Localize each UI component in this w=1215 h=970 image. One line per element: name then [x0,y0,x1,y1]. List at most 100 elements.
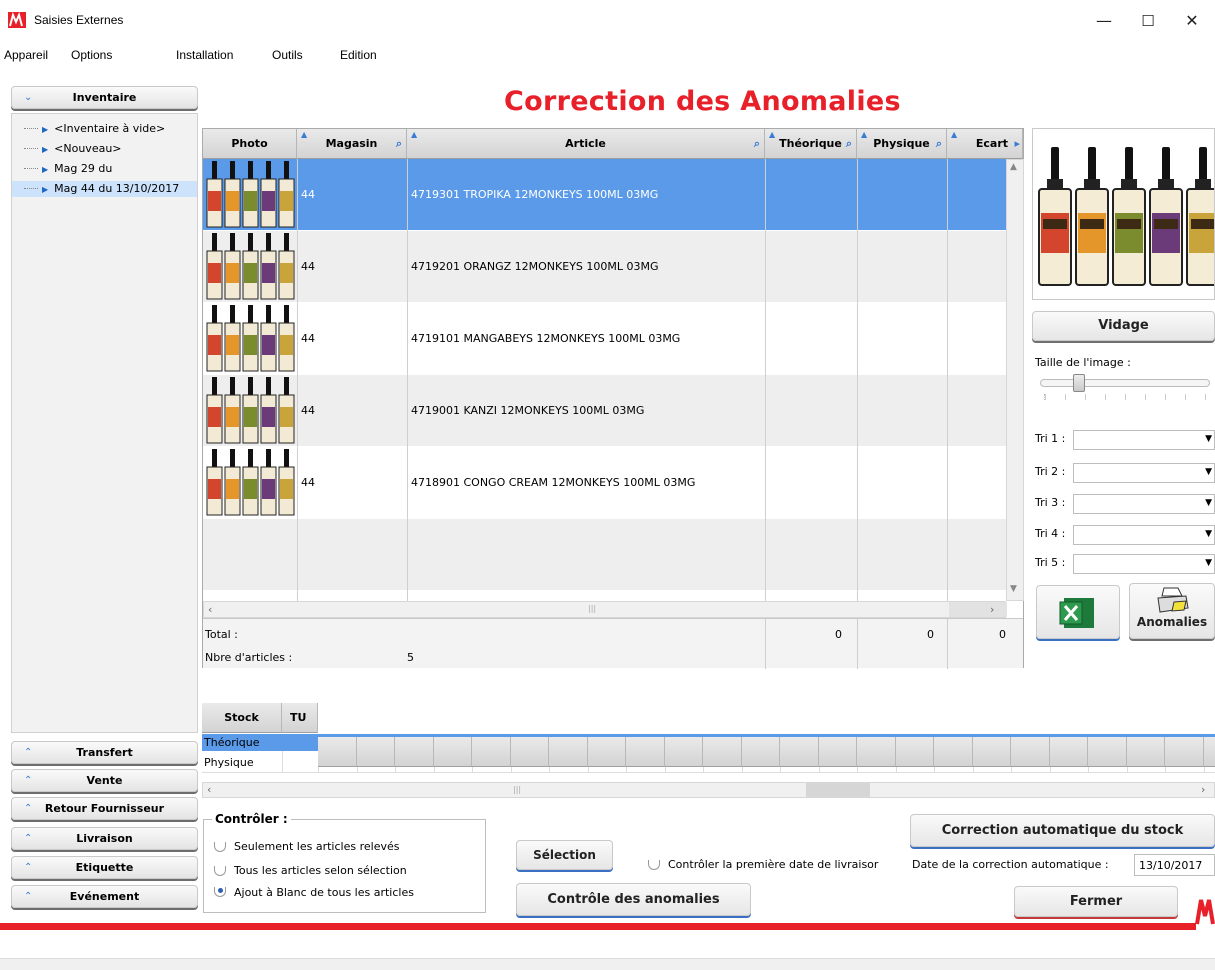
section-evenement-button[interactable]: ⌃ Evénement [11,885,198,908]
menu-options[interactable]: Options [71,48,112,62]
auto-correction-button[interactable]: Correction automatique du stock [910,814,1215,847]
close-window-button[interactable]: ✕ [1172,8,1212,34]
column-title: Magasin [325,137,378,150]
scroll-right-icon[interactable]: › [1201,783,1205,796]
tree-item-mag44[interactable]: ▶ Mag 44 du 13/10/2017 [12,181,197,197]
section-label: Etiquette [75,861,134,874]
section-label: Evénement [69,890,140,903]
scroll-thumb[interactable] [806,783,870,797]
slider-ticks [1044,394,1209,400]
column-divider [947,159,948,601]
image-size-slider[interactable] [1040,374,1210,392]
stock-row-theorique[interactable]: Théorique [202,734,1215,751]
chevron-down-icon: ▼ [1205,558,1212,568]
table-row[interactable]: 44 4718901 CONGO CREAM 12MONKEYS 100ML 03… [203,447,1007,519]
section-label: Livraison [76,832,133,845]
stock-column-divider [433,751,435,773]
auto-correction-date-input[interactable] [1134,854,1215,876]
cell-article: 4719001 KANZI 12MONKEYS 100ML 03MG [411,404,645,417]
inventory-tree: ▶ <Inventaire à vide> ▶ <Nouveau> ▶ Mag 29 … [11,113,198,733]
column-header-stock[interactable]: Stock [202,703,282,733]
search-icon[interactable]: ⌕ [396,129,402,159]
menu-installation[interactable]: Installation [176,48,233,62]
articles-grid: Photo ▲ Magasin ⌕ ▲ Article ⌕ ▲ Théorique ⌕ ▲ P… [202,128,1024,669]
sort-3-select[interactable]: ▼ [1073,494,1215,514]
selection-button[interactable]: Sélection [516,840,613,870]
sort-5-select[interactable]: ▼ [1073,554,1215,574]
radio-blank-add-all[interactable] [214,887,226,897]
table-row[interactable]: 44 4719301 TROPIKA 12MONKEYS 100ML 03MG [203,159,1007,231]
stock-column-divider [818,751,820,773]
section-label: Inventaire [72,91,137,104]
slider-handle[interactable] [1073,374,1085,392]
tree-item-empty-inventory[interactable]: ▶ <Inventaire à vide> [12,121,197,137]
sort-4-select[interactable]: ▼ [1073,525,1215,545]
column-title: Photo [231,137,268,150]
search-icon[interactable]: ⌕ [754,129,760,159]
section-etiquette-button[interactable]: ⌃ Etiquette [11,856,198,879]
section-inventaire-button[interactable]: ⌄ Inventaire [11,86,198,109]
scroll-down-icon[interactable]: ▼ [1010,584,1017,594]
radio-only-scanned[interactable] [214,842,226,852]
stock-column-divider [934,751,935,773]
table-row[interactable]: 44 4719001 KANZI 12MONKEYS 100ML 03MG [203,375,1007,447]
chevron-down-icon: ⌄ [24,92,33,103]
close-button[interactable]: Fermer [1014,886,1178,917]
sort-icon: ▲ [951,130,958,139]
section-livraison-button[interactable]: ⌃ Livraison [11,827,198,850]
cell-magasin: 44 [301,476,315,489]
tree-item-mag29[interactable]: ▶ Mag 29 du [12,161,197,177]
anomalies-print-button[interactable]: Anomalies [1129,583,1215,639]
chevron-down-icon: ▼ [1205,467,1212,477]
section-transfert-button[interactable]: ⌃ Transfert [11,741,198,764]
stock-column-divider [587,751,589,773]
menu-outils[interactable]: Outils [272,48,303,62]
column-divider [857,159,858,601]
radio-all-by-selection[interactable] [214,866,226,876]
vertical-scrollbar[interactable]: ▲ ▼ [1006,159,1024,601]
product-thumbnail [206,449,295,516]
stock-column-divider [356,751,358,773]
stock-row-physique[interactable]: Physique [202,751,1215,773]
sort-1-select[interactable]: ▼ [1073,430,1215,450]
article-count-value: 5 [407,651,414,664]
scroll-right-icon[interactable]: ▸ [1014,129,1020,159]
search-icon[interactable]: ⌕ [846,129,852,159]
export-excel-button[interactable] [1036,585,1120,639]
chevron-up-icon: ⌃ [24,833,33,844]
scroll-right-icon[interactable]: › [990,603,994,616]
section-label: Retour Fournisseur [44,802,165,815]
vidage-button[interactable]: Vidage [1032,311,1215,341]
section-vente-button[interactable]: ⌃ Vente [11,769,198,792]
column-header-photo[interactable]: Photo [203,129,297,159]
menu-appareil[interactable]: Appareil [4,48,48,62]
minimize-button[interactable]: — [1084,8,1124,34]
column-header-tu[interactable]: TU [282,703,318,733]
search-icon[interactable]: ⌕ [936,129,942,159]
stock-horizontal-scrollbar[interactable]: ‹ ||| › [202,782,1215,798]
scroll-thumb[interactable] [949,602,1007,617]
scroll-left-icon[interactable]: ‹ [208,603,212,616]
scroll-left-icon[interactable]: ‹ [207,783,211,796]
section-retour-fournisseur-button[interactable]: ⌃ Retour Fournisseur [11,797,198,820]
column-header-theorique[interactable]: ▲ Théorique ⌕ [765,129,857,159]
tree-item-label: <Inventaire à vide> [54,122,166,135]
column-header-article[interactable]: ▲ Article ⌕ [407,129,765,159]
cell-magasin: 44 [301,404,315,417]
stock-column-divider [741,751,743,773]
menu-edition[interactable]: Edition [340,48,377,62]
column-header-magasin[interactable]: ▲ Magasin ⌕ [297,129,407,159]
maximize-button[interactable]: ☐ [1128,8,1168,34]
column-header-physique[interactable]: ▲ Physique ⌕ [857,129,947,159]
section-label: Transfert [76,746,133,759]
table-row[interactable]: 44 4719201 ORANGZ 12MONKEYS 100ML 03MG [203,231,1007,303]
table-row[interactable]: 44 4719101 MANGABEYS 12MONKEYS 100ML 03MG [203,303,1007,375]
tree-item-new[interactable]: ▶ <Nouveau> [12,141,197,157]
anomaly-check-button[interactable]: Contrôle des anomalies [516,883,751,916]
sort-2-select[interactable]: ▼ [1073,463,1215,483]
column-header-ecart[interactable]: ▲ Ecart ▸ [947,129,1023,159]
first-delivery-checkbox[interactable] [648,860,660,870]
stock-column-divider [664,751,666,773]
horizontal-scrollbar[interactable]: ‹ ||| › [203,601,1007,618]
scroll-up-icon[interactable]: ▲ [1010,162,1017,172]
